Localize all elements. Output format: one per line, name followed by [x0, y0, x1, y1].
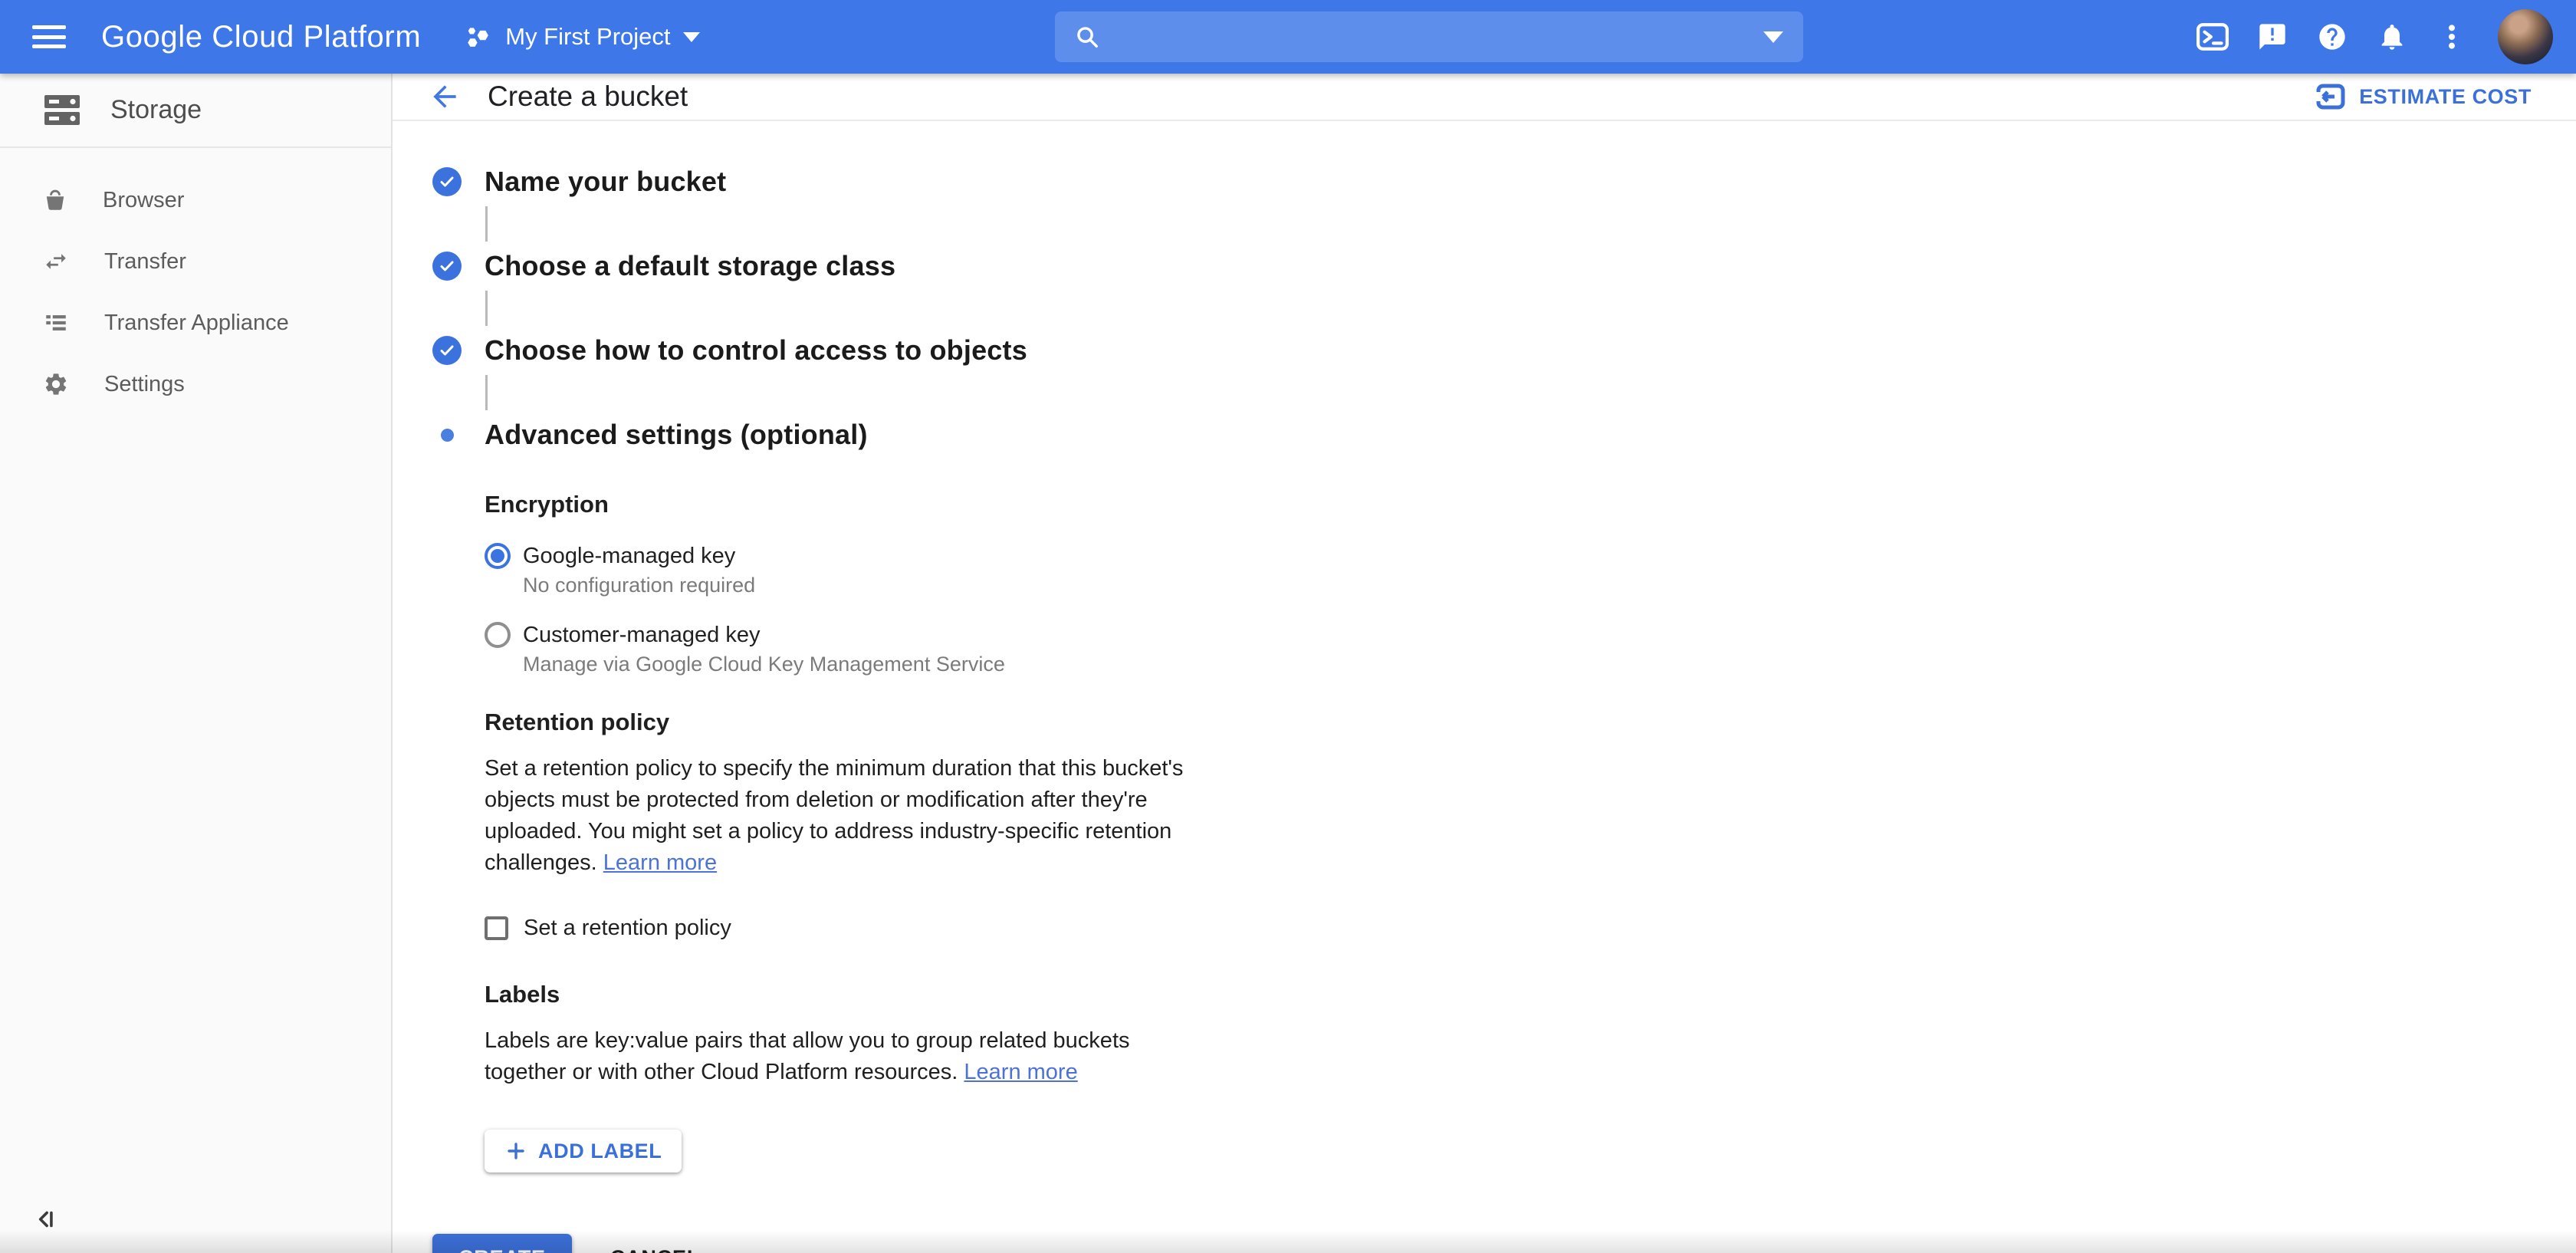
step-advanced-settings[interactable]: Advanced settings (optional) — [432, 417, 2576, 452]
sidebar-item-label: Settings — [104, 372, 185, 397]
notifications-button[interactable] — [2367, 12, 2417, 61]
search-dropdown-caret-icon[interactable] — [1763, 31, 1783, 43]
encryption-heading: Encryption — [485, 491, 2576, 518]
step-active-dot-icon — [432, 420, 462, 449]
help-button[interactable] — [2308, 12, 2357, 61]
step-complete-check-icon — [432, 167, 462, 196]
more-options-button[interactable] — [2427, 12, 2476, 61]
step-storage-class[interactable]: Choose a default storage class — [432, 248, 2576, 284]
search-bar[interactable] — [1055, 12, 1803, 62]
radio-label: Google-managed key — [523, 541, 755, 571]
radio-customer-managed-key[interactable]: Customer-managed key Manage via Google C… — [485, 620, 2576, 676]
set-retention-policy-option[interactable]: Set a retention policy — [485, 916, 2576, 941]
radio-description: No configuration required — [523, 574, 755, 597]
checkbox-label: Set a retention policy — [524, 916, 731, 941]
swap-arrows-icon — [43, 248, 69, 275]
feedback-icon — [2257, 21, 2288, 52]
retention-description: Set a retention policy to specify the mi… — [485, 753, 1209, 879]
chevron-down-icon — [683, 32, 700, 42]
menu-icon — [32, 25, 66, 29]
gear-icon — [43, 371, 69, 397]
sidebar-title: Storage — [110, 95, 202, 125]
project-selector[interactable]: My First Project — [464, 23, 699, 51]
back-arrow-icon — [428, 80, 462, 113]
create-button[interactable]: CREATE — [432, 1234, 572, 1253]
form-actions: CREATE CANCEL — [432, 1234, 2576, 1253]
sidebar-item-transfer[interactable]: Transfer — [0, 231, 391, 292]
step-complete-check-icon — [432, 252, 462, 281]
avatar[interactable] — [2498, 9, 2553, 64]
add-label-button[interactable]: ADD LABEL — [485, 1130, 682, 1172]
step-title: Advanced settings (optional) — [485, 419, 868, 451]
step-title: Choose a default storage class — [485, 250, 895, 282]
step-title: Name your bucket — [485, 166, 726, 198]
radio-google-managed-key[interactable]: Google-managed key No configuration requ… — [485, 541, 2576, 597]
step-connector — [485, 206, 488, 242]
sidebar-item-label: Transfer — [104, 249, 186, 275]
back-button[interactable] — [422, 74, 468, 120]
main-panel: Create a bucket ESTIMATE COST Name your … — [393, 74, 2576, 1253]
labels-heading: Labels — [485, 981, 2576, 1008]
sidebar-item-label: Transfer Appliance — [104, 311, 289, 336]
labels-learn-more-link[interactable]: Learn more — [964, 1060, 1077, 1084]
step-connector — [485, 291, 488, 326]
sidebar-items: Browser Transfer Transfer Appliance — [0, 148, 391, 415]
labels-section: Labels Labels are key:value pairs that a… — [485, 981, 2576, 1172]
gcp-logo[interactable]: Google Cloud Platform — [101, 20, 421, 54]
step-title: Choose how to control access to objects — [485, 334, 1027, 367]
appliance-list-icon — [43, 310, 69, 336]
create-bucket-form: Name your bucket Choose a default storag… — [393, 121, 2576, 1253]
search-icon — [1075, 25, 1099, 49]
checkbox-unchecked-icon[interactable] — [485, 916, 508, 940]
bucket-icon — [43, 188, 67, 212]
sidebar-item-settings[interactable]: Settings — [0, 354, 391, 415]
sidebar-item-transfer-appliance[interactable]: Transfer Appliance — [0, 292, 391, 354]
add-label-button-label: ADD LABEL — [538, 1140, 662, 1163]
cloud-shell-button[interactable] — [2188, 12, 2237, 61]
radio-unselected-icon[interactable] — [485, 622, 511, 648]
topbar-actions — [2188, 9, 2553, 64]
notifications-icon — [2377, 21, 2407, 52]
sidebar-item-label: Browser — [103, 188, 184, 213]
feedback-button[interactable] — [2248, 12, 2297, 61]
sidebar-item-browser[interactable]: Browser — [0, 169, 391, 231]
collapse-sidebar-button[interactable] — [31, 1205, 60, 1236]
step-access-control[interactable]: Choose how to control access to objects — [432, 333, 2576, 368]
retention-heading: Retention policy — [485, 709, 2576, 736]
project-name: My First Project — [505, 23, 670, 51]
search-input[interactable] — [1115, 24, 1748, 50]
cloud-shell-icon — [2196, 21, 2229, 52]
labels-description: Labels are key:value pairs that allow yo… — [485, 1025, 1209, 1088]
top-app-bar: Google Cloud Platform My First Project — [0, 0, 2576, 74]
page-header: Create a bucket ESTIMATE COST — [393, 74, 2576, 121]
estimate-cost-label: ESTIMATE COST — [2359, 85, 2532, 109]
radio-selected-icon[interactable] — [485, 543, 511, 569]
step-connector — [485, 375, 488, 410]
radio-description: Manage via Google Cloud Key Management S… — [523, 653, 1005, 676]
project-hexagons-icon — [464, 23, 493, 51]
menu-button[interactable] — [32, 25, 66, 48]
step-name-your-bucket[interactable]: Name your bucket — [432, 164, 2576, 199]
more-vert-icon — [2436, 21, 2467, 52]
estimate-cost-button[interactable]: ESTIMATE COST — [2316, 84, 2532, 110]
sidebar-header: Storage — [0, 74, 391, 148]
help-icon — [2317, 21, 2348, 52]
page-title: Create a bucket — [488, 81, 688, 113]
step-complete-check-icon — [432, 336, 462, 365]
collapse-sidebar-icon — [31, 1205, 60, 1234]
cancel-button[interactable]: CANCEL — [610, 1246, 700, 1253]
encryption-section: Encryption Google-managed key No configu… — [485, 491, 2576, 676]
plus-icon — [504, 1140, 527, 1163]
retention-learn-more-link[interactable]: Learn more — [603, 850, 717, 875]
retention-policy-section: Retention policy Set a retention policy … — [485, 709, 2576, 941]
cost-panel-icon — [2316, 84, 2345, 110]
sidebar: Storage Browser Transfer — [0, 74, 393, 1253]
storage-product-icon — [44, 94, 80, 127]
radio-label: Customer-managed key — [523, 620, 1005, 650]
